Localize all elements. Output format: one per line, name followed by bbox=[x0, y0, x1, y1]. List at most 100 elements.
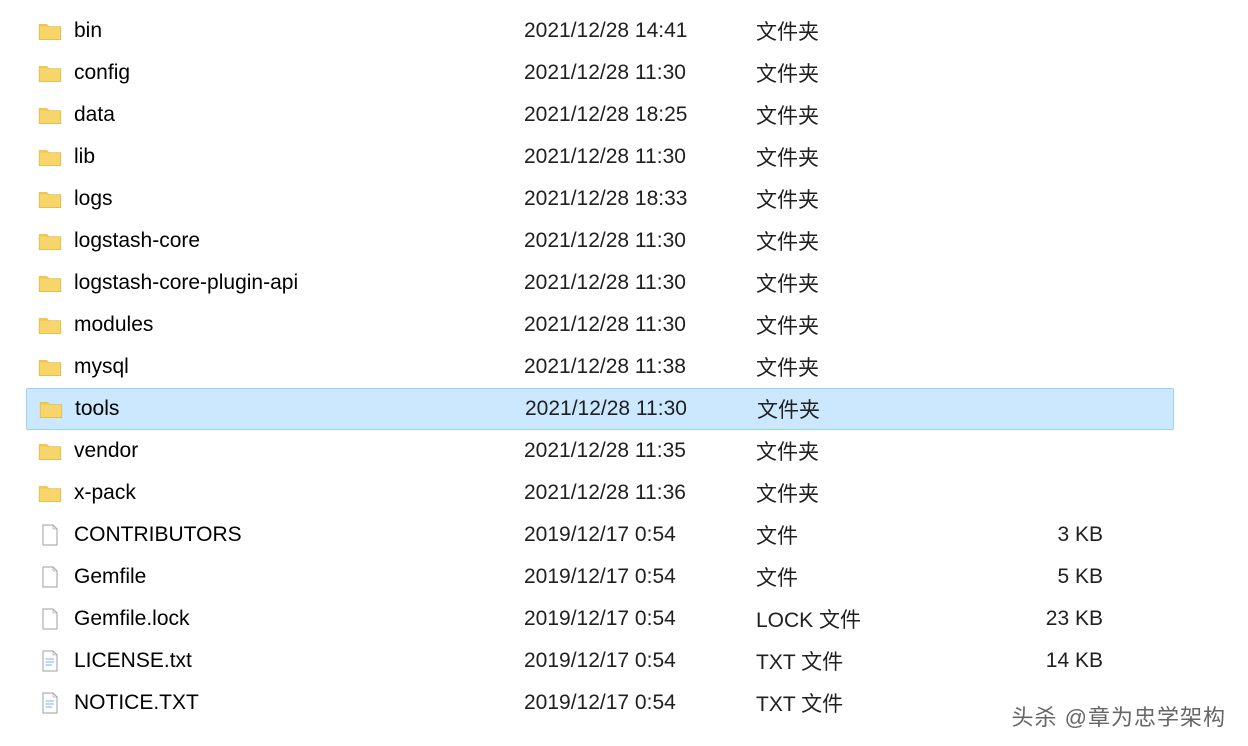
file-name-label: LICENSE.txt bbox=[74, 649, 192, 673]
file-type-cell: 文件夹 bbox=[756, 352, 946, 382]
file-type-cell: TXT 文件 bbox=[756, 688, 946, 718]
file-row[interactable]: Gemfile.lock 2019/12/17 0:54LOCK 文件23 KB bbox=[0, 598, 1248, 640]
file-name-cell[interactable]: mysql bbox=[36, 353, 524, 381]
file-type-cell: 文件夹 bbox=[756, 310, 946, 340]
folder-icon bbox=[36, 437, 64, 465]
file-name-label: data bbox=[74, 103, 115, 127]
folder-icon bbox=[36, 269, 64, 297]
folder-icon bbox=[36, 311, 64, 339]
file-name-label: CONTRIBUTORS bbox=[74, 523, 242, 547]
file-row[interactable]: x-pack2021/12/28 11:36文件夹 bbox=[0, 472, 1248, 514]
file-type-cell: 文件夹 bbox=[756, 100, 946, 130]
file-date-cell: 2021/12/28 14:41 bbox=[524, 19, 756, 43]
file-name-cell[interactable]: NOTICE.TXT bbox=[36, 689, 524, 717]
file-icon bbox=[36, 563, 64, 591]
file-date-cell: 2021/12/28 11:30 bbox=[524, 313, 756, 337]
file-name-label: modules bbox=[74, 313, 153, 337]
folder-icon bbox=[36, 101, 64, 129]
file-type-cell: 文件夹 bbox=[756, 142, 946, 172]
file-type-cell: 文件夹 bbox=[756, 226, 946, 256]
file-date-cell: 2021/12/28 11:30 bbox=[524, 145, 756, 169]
file-date-cell: 2019/12/17 0:54 bbox=[524, 649, 756, 673]
file-name-cell[interactable]: LICENSE.txt bbox=[36, 647, 524, 675]
file-date-cell: 2021/12/28 11:30 bbox=[524, 271, 756, 295]
file-name-cell[interactable]: bin bbox=[36, 17, 524, 45]
file-row[interactable]: logs 2021/12/28 18:33文件夹 bbox=[0, 178, 1248, 220]
file-row[interactable]: vendor 2021/12/28 11:35文件夹 bbox=[0, 430, 1248, 472]
file-type-cell: LOCK 文件 bbox=[756, 604, 946, 634]
file-name-cell[interactable]: Gemfile bbox=[36, 563, 524, 591]
file-name-label: tools bbox=[75, 397, 119, 421]
file-row[interactable]: modules 2021/12/28 11:30文件夹 bbox=[0, 304, 1248, 346]
folder-icon bbox=[36, 59, 64, 87]
file-type-cell: 文件夹 bbox=[756, 478, 946, 508]
file-row[interactable]: lib 2021/12/28 11:30文件夹 bbox=[0, 136, 1248, 178]
folder-icon bbox=[37, 395, 65, 423]
file-name-cell[interactable]: tools bbox=[37, 395, 525, 423]
file-type-cell: 文件夹 bbox=[756, 268, 946, 298]
watermark-text: 头杀 @章为忠学架构 bbox=[1008, 700, 1230, 732]
file-type-cell: 文件夹 bbox=[756, 16, 946, 46]
file-name-cell[interactable]: CONTRIBUTORS bbox=[36, 521, 524, 549]
file-name-cell[interactable]: Gemfile.lock bbox=[36, 605, 524, 633]
file-row[interactable]: logstash-core-plugin-api 2021/12/28 11:30… bbox=[0, 262, 1248, 304]
file-name-label: vendor bbox=[74, 439, 138, 463]
file-row[interactable]: Gemfile2019/12/17 0:54文件5 KB bbox=[0, 556, 1248, 598]
file-name-label: logstash-core-plugin-api bbox=[74, 271, 298, 295]
file-date-cell: 2019/12/17 0:54 bbox=[524, 607, 756, 631]
file-icon bbox=[36, 521, 64, 549]
folder-icon bbox=[36, 185, 64, 213]
file-type-cell: 文件夹 bbox=[756, 184, 946, 214]
file-name-label: x-pack bbox=[74, 481, 136, 505]
file-type-cell: 文件夹 bbox=[756, 436, 946, 466]
folder-icon bbox=[36, 353, 64, 381]
file-date-cell: 2019/12/17 0:54 bbox=[524, 565, 756, 589]
file-type-cell: 文件夹 bbox=[757, 394, 947, 424]
file-row[interactable]: data 2021/12/28 18:25文件夹 bbox=[0, 94, 1248, 136]
file-name-cell[interactable]: logstash-core bbox=[36, 227, 524, 255]
file-name-label: Gemfile bbox=[74, 565, 146, 589]
file-name-cell[interactable]: lib bbox=[36, 143, 524, 171]
file-row[interactable]: config 2021/12/28 11:30文件夹 bbox=[0, 52, 1248, 94]
file-row[interactable]: logstash-core 2021/12/28 11:30文件夹 bbox=[0, 220, 1248, 262]
file-row[interactable]: CONTRIBUTORS2019/12/17 0:54文件3 KB bbox=[0, 514, 1248, 556]
file-date-cell: 2021/12/28 11:38 bbox=[524, 355, 756, 379]
file-date-cell: 2021/12/28 11:35 bbox=[524, 439, 756, 463]
file-name-cell[interactable]: modules bbox=[36, 311, 524, 339]
file-row[interactable]: tools2021/12/28 11:30文件夹 bbox=[26, 388, 1174, 430]
file-name-cell[interactable]: logstash-core-plugin-api bbox=[36, 269, 524, 297]
file-type-cell: 文件夹 bbox=[756, 58, 946, 88]
file-row[interactable]: LICENSE.txt2019/12/17 0:54TXT 文件14 KB bbox=[0, 640, 1248, 682]
file-name-cell[interactable]: logs bbox=[36, 185, 524, 213]
file-name-label: logstash-core bbox=[74, 229, 200, 253]
folder-icon bbox=[36, 227, 64, 255]
file-name-cell[interactable]: x-pack bbox=[36, 479, 524, 507]
folder-icon bbox=[36, 143, 64, 171]
file-size-cell: 3 KB bbox=[946, 523, 1111, 547]
file-row[interactable]: bin2021/12/28 14:41文件夹 bbox=[0, 10, 1248, 52]
file-type-cell: TXT 文件 bbox=[756, 646, 946, 676]
folder-icon bbox=[36, 479, 64, 507]
file-date-cell: 2019/12/17 0:54 bbox=[524, 523, 756, 547]
file-name-label: mysql bbox=[74, 355, 129, 379]
txt-icon bbox=[36, 647, 64, 675]
folder-icon bbox=[36, 17, 64, 45]
file-name-cell[interactable]: data bbox=[36, 101, 524, 129]
file-type-cell: 文件 bbox=[756, 562, 946, 592]
file-date-cell: 2021/12/28 11:30 bbox=[524, 229, 756, 253]
file-name-label: logs bbox=[74, 187, 113, 211]
file-name-label: Gemfile.lock bbox=[74, 607, 190, 631]
file-name-cell[interactable]: config bbox=[36, 59, 524, 87]
file-name-label: NOTICE.TXT bbox=[74, 691, 199, 715]
txt-icon bbox=[36, 689, 64, 717]
file-list: bin2021/12/28 14:41文件夹 config2021/12/28 … bbox=[0, 0, 1248, 724]
file-size-cell: 23 KB bbox=[946, 607, 1111, 631]
file-row[interactable]: mysql 2021/12/28 11:38文件夹 bbox=[0, 346, 1248, 388]
file-date-cell: 2021/12/28 18:33 bbox=[524, 187, 756, 211]
file-name-label: config bbox=[74, 61, 130, 85]
file-date-cell: 2021/12/28 11:30 bbox=[524, 61, 756, 85]
file-name-cell[interactable]: vendor bbox=[36, 437, 524, 465]
file-date-cell: 2019/12/17 0:54 bbox=[524, 691, 756, 715]
file-name-label: lib bbox=[74, 145, 95, 169]
file-date-cell: 2021/12/28 18:25 bbox=[524, 103, 756, 127]
